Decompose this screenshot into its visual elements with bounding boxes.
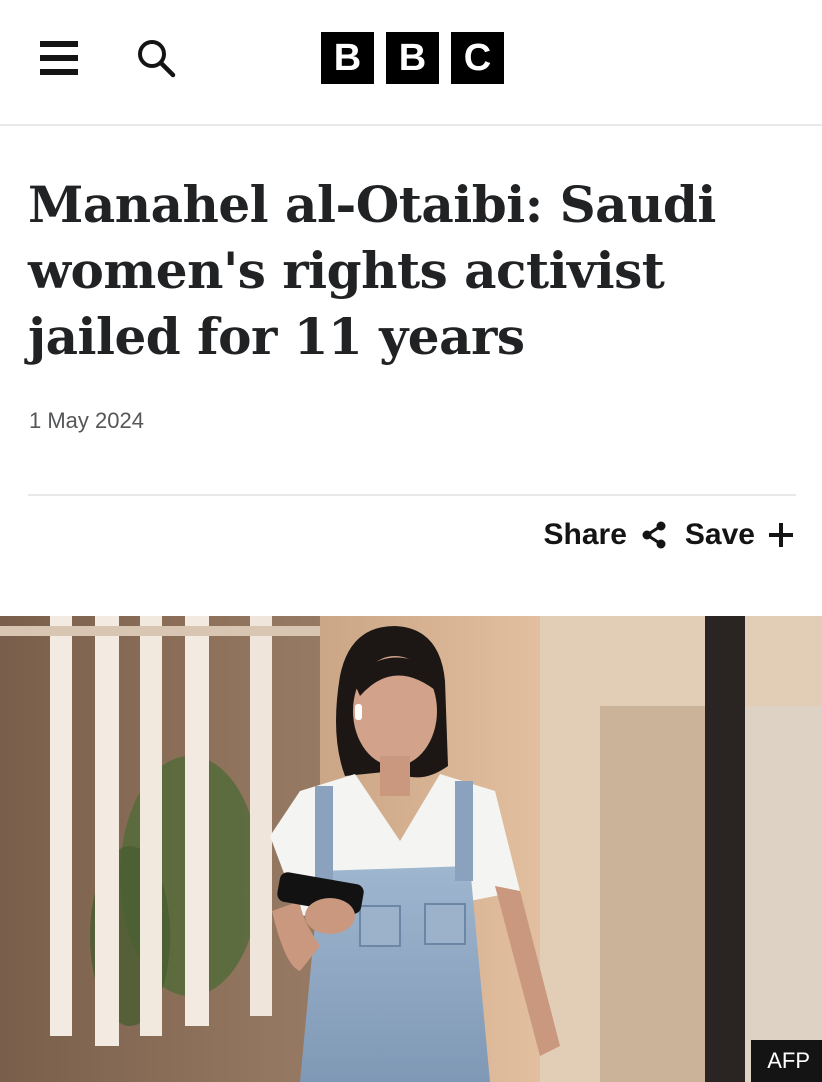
bbc-logo[interactable]: B B C (321, 32, 504, 84)
share-button[interactable]: Share (544, 518, 669, 552)
share-label: Share (543, 518, 627, 551)
share-icon (642, 521, 666, 549)
search-button[interactable] (136, 38, 178, 80)
logo-letter: B (321, 32, 374, 84)
publish-date: 1 May 2024 (29, 408, 144, 433)
article-actions: Share Save (544, 518, 795, 552)
save-button[interactable]: Save (685, 518, 795, 552)
article-headline: Manahel al-Otaibi: Saudi women's rights … (28, 175, 716, 366)
menu-icon-bar (40, 69, 78, 75)
menu-icon-bar (40, 55, 78, 61)
save-label: Save (684, 518, 755, 551)
photo-credit: AFP (751, 1040, 822, 1082)
plus-icon (769, 523, 793, 547)
logo-letter: B (386, 32, 439, 84)
search-icon (138, 40, 176, 78)
site-header: B B C (0, 0, 822, 126)
menu-button[interactable] (40, 41, 80, 75)
logo-letter: C (451, 32, 504, 84)
menu-icon-bar (40, 41, 78, 47)
photo-illustration (0, 616, 822, 1082)
article-photo: AFP (0, 616, 822, 1082)
divider (28, 494, 796, 496)
